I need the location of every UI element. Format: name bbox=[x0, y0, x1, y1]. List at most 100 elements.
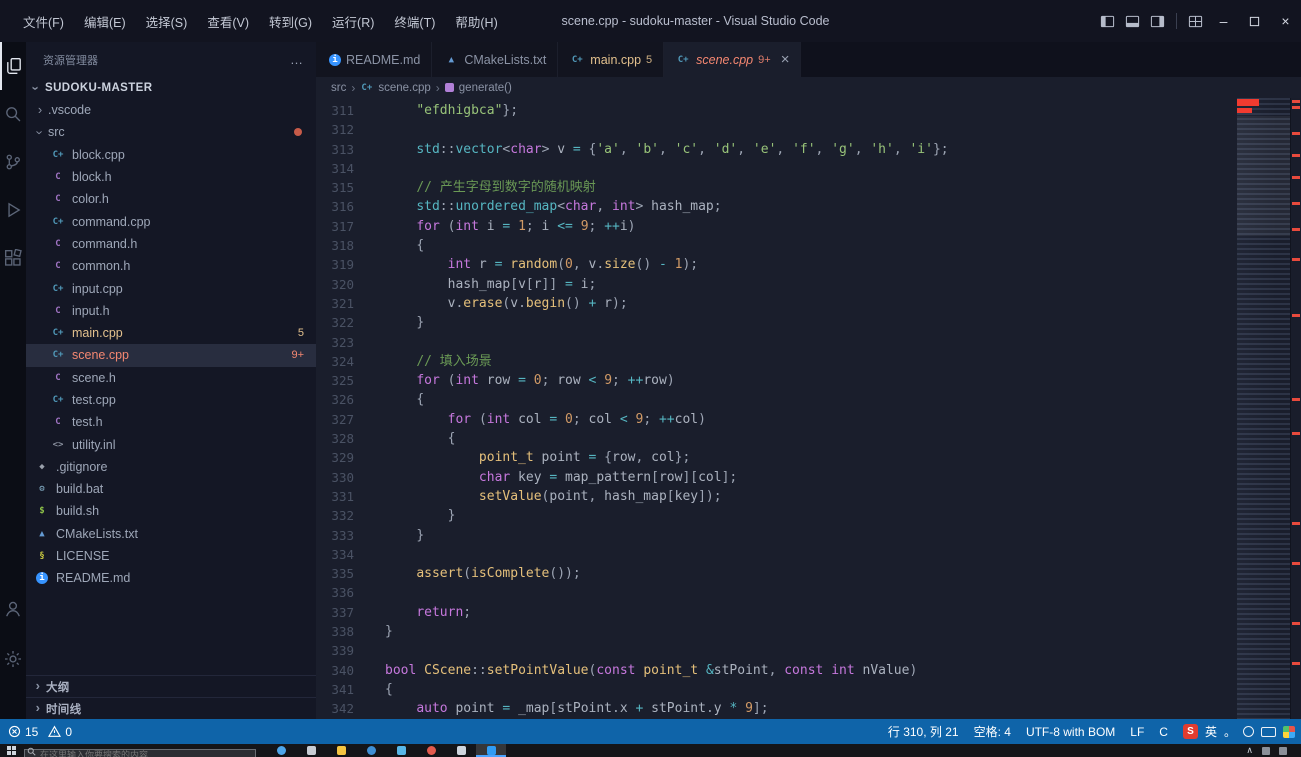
explorer-icon[interactable] bbox=[0, 42, 26, 90]
tree-item-common.h[interactable]: Ccommon.h bbox=[26, 255, 316, 277]
breadcrumb-item[interactable]: src bbox=[331, 82, 346, 94]
minimap-error-mark bbox=[1237, 108, 1252, 113]
eol-sequence[interactable]: LF bbox=[1130, 725, 1144, 739]
extensions-icon[interactable] bbox=[0, 234, 26, 282]
menu-item[interactable]: 文件(F) bbox=[14, 8, 73, 35]
cursor-position[interactable]: 行 310, 列 21 bbox=[888, 723, 959, 740]
tree-item-block.cpp[interactable]: C+block.cpp bbox=[26, 144, 316, 166]
tree-item-scene.cpp[interactable]: C+scene.cpp9+ bbox=[26, 344, 316, 366]
tree-item-.gitignore[interactable]: ◆.gitignore bbox=[26, 456, 316, 478]
customize-layout-icon[interactable] bbox=[1183, 0, 1208, 42]
tree-item-CMakeLists.txt[interactable]: ▲CMakeLists.txt bbox=[26, 523, 316, 545]
section-大纲[interactable]: ›大纲 bbox=[26, 675, 316, 697]
encoding[interactable]: UTF-8 with BOM bbox=[1026, 725, 1115, 739]
chevron-right-icon: › bbox=[436, 81, 440, 95]
maximize-icon[interactable] bbox=[1239, 0, 1270, 42]
ime-toolbox-icon[interactable] bbox=[1283, 726, 1295, 738]
tree-item-main.cpp[interactable]: C+main.cpp5 bbox=[26, 322, 316, 344]
tree-item-command.cpp[interactable]: C+command.cpp bbox=[26, 210, 316, 232]
chrome-icon[interactable] bbox=[416, 744, 446, 757]
cortana-icon[interactable] bbox=[266, 744, 296, 757]
minimap[interactable] bbox=[1237, 98, 1290, 719]
tab-problems-badge: 5 bbox=[646, 54, 652, 66]
tab-scene.cpp[interactable]: C+scene.cpp9+× bbox=[664, 42, 801, 77]
problems-status[interactable]: 15 0 bbox=[0, 725, 78, 739]
tab-label: CMakeLists.txt bbox=[464, 53, 546, 67]
menu-item[interactable]: 选择(S) bbox=[137, 8, 197, 35]
tree-item-build.bat[interactable]: ⚙build.bat bbox=[26, 478, 316, 500]
settings-gear-icon[interactable] bbox=[0, 635, 26, 683]
tray-chevron-up-icon[interactable]: ∧ bbox=[1246, 745, 1253, 756]
tree-item-scene.h[interactable]: Cscene.h bbox=[26, 367, 316, 389]
tree-item-command.h[interactable]: Ccommand.h bbox=[26, 233, 316, 255]
tray-icon[interactable] bbox=[1262, 747, 1270, 755]
task-view-icon[interactable] bbox=[296, 744, 326, 757]
tree-item-color.h[interactable]: Ccolor.h bbox=[26, 188, 316, 210]
taskbar-search-input[interactable] bbox=[24, 749, 256, 757]
h-file-icon: C bbox=[50, 415, 66, 429]
tree-item-utility.inl[interactable]: <>utility.inl bbox=[26, 433, 316, 455]
tree-item-README.md[interactable]: iREADME.md bbox=[26, 567, 316, 589]
tree-item-test.h[interactable]: Ctest.h bbox=[26, 411, 316, 433]
workspace-root-row[interactable]: › SUDOKU-MASTER bbox=[26, 77, 316, 99]
source-control-icon[interactable] bbox=[0, 138, 26, 186]
search-icon[interactable] bbox=[0, 90, 26, 138]
tree-item-build.sh[interactable]: $build.sh bbox=[26, 500, 316, 522]
section-时间线[interactable]: ›时间线 bbox=[26, 697, 316, 719]
toggle-primary-sidebar-icon[interactable] bbox=[1095, 0, 1120, 42]
divider bbox=[1176, 13, 1177, 29]
ime-keyboard-icon[interactable] bbox=[1261, 727, 1276, 737]
line-number: 318 bbox=[316, 236, 368, 255]
title-bar: 文件(F)编辑(E)选择(S)查看(V)转到(G)运行(R)终端(T)帮助(H)… bbox=[0, 0, 1301, 42]
tree-item-input.h[interactable]: Cinput.h bbox=[26, 300, 316, 322]
minimap-slider[interactable] bbox=[1237, 116, 1290, 236]
menu-item[interactable]: 转到(G) bbox=[260, 8, 321, 35]
ime-emoji-icon[interactable] bbox=[1243, 726, 1254, 737]
toggle-panel-icon[interactable] bbox=[1120, 0, 1145, 42]
cpp-file-icon: C+ bbox=[50, 393, 66, 407]
close-icon[interactable]: × bbox=[781, 55, 790, 65]
ime-punctuation-indicator[interactable]: 。 bbox=[1224, 723, 1236, 740]
line-number: 320 bbox=[316, 275, 368, 294]
editor-pane[interactable]: 311 "efdhigbca"};312313 std::vector<char… bbox=[316, 98, 1237, 719]
menu-item[interactable]: 编辑(E) bbox=[75, 8, 135, 35]
taskbar-search[interactable] bbox=[24, 745, 256, 757]
tab-CMakeLists.txt[interactable]: ▲CMakeLists.txt bbox=[432, 42, 558, 77]
tree-item-src[interactable]: ›src bbox=[26, 121, 316, 143]
start-button-icon[interactable] bbox=[7, 746, 16, 755]
sh-file-icon: $ bbox=[34, 504, 50, 518]
edge-icon[interactable] bbox=[356, 744, 386, 757]
minimize-icon[interactable]: – bbox=[1208, 0, 1239, 42]
overview-ruler[interactable] bbox=[1290, 98, 1301, 719]
breadcrumb-item[interactable]: generate() bbox=[459, 82, 512, 94]
tree-item-LICENSE[interactable]: §LICENSE bbox=[26, 545, 316, 567]
menu-item[interactable]: 运行(R) bbox=[323, 8, 383, 35]
tree-item-input.cpp[interactable]: C+input.cpp bbox=[26, 277, 316, 299]
breadcrumb-item[interactable]: scene.cpp bbox=[378, 82, 430, 94]
tab-README.md[interactable]: iREADME.md bbox=[316, 42, 432, 77]
workspace-root-label: SUDOKU-MASTER bbox=[45, 82, 152, 94]
tab-main.cpp[interactable]: C+main.cpp5 bbox=[558, 42, 664, 77]
ime-mode-indicator[interactable]: 英 bbox=[1205, 723, 1217, 740]
indentation[interactable]: 空格: 4 bbox=[974, 723, 1011, 740]
mail-icon[interactable] bbox=[446, 744, 476, 757]
tree-item-.vscode[interactable]: ›.vscode bbox=[26, 99, 316, 121]
tree-item-test.cpp[interactable]: C+test.cpp bbox=[26, 389, 316, 411]
toggle-secondary-sidebar-icon[interactable] bbox=[1145, 0, 1170, 42]
error-mark bbox=[1292, 398, 1300, 401]
close-icon[interactable]: × bbox=[1270, 0, 1301, 42]
sogou-logo-icon[interactable]: S bbox=[1183, 724, 1198, 739]
vscode-icon[interactable] bbox=[476, 744, 506, 757]
store-icon[interactable] bbox=[386, 744, 416, 757]
account-icon[interactable] bbox=[0, 585, 26, 633]
tray-icon[interactable] bbox=[1279, 747, 1287, 755]
language-mode[interactable]: C bbox=[1159, 725, 1168, 739]
taskbar-icons bbox=[266, 744, 506, 757]
more-actions-icon[interactable]: … bbox=[290, 52, 304, 67]
system-tray[interactable]: ∧ bbox=[1246, 745, 1301, 756]
menu-item[interactable]: 查看(V) bbox=[198, 8, 258, 35]
cpp-file-icon: C+ bbox=[569, 53, 585, 67]
run-and-debug-icon[interactable] bbox=[0, 186, 26, 234]
file-explorer-icon[interactable] bbox=[326, 744, 356, 757]
tree-item-block.h[interactable]: Cblock.h bbox=[26, 166, 316, 188]
